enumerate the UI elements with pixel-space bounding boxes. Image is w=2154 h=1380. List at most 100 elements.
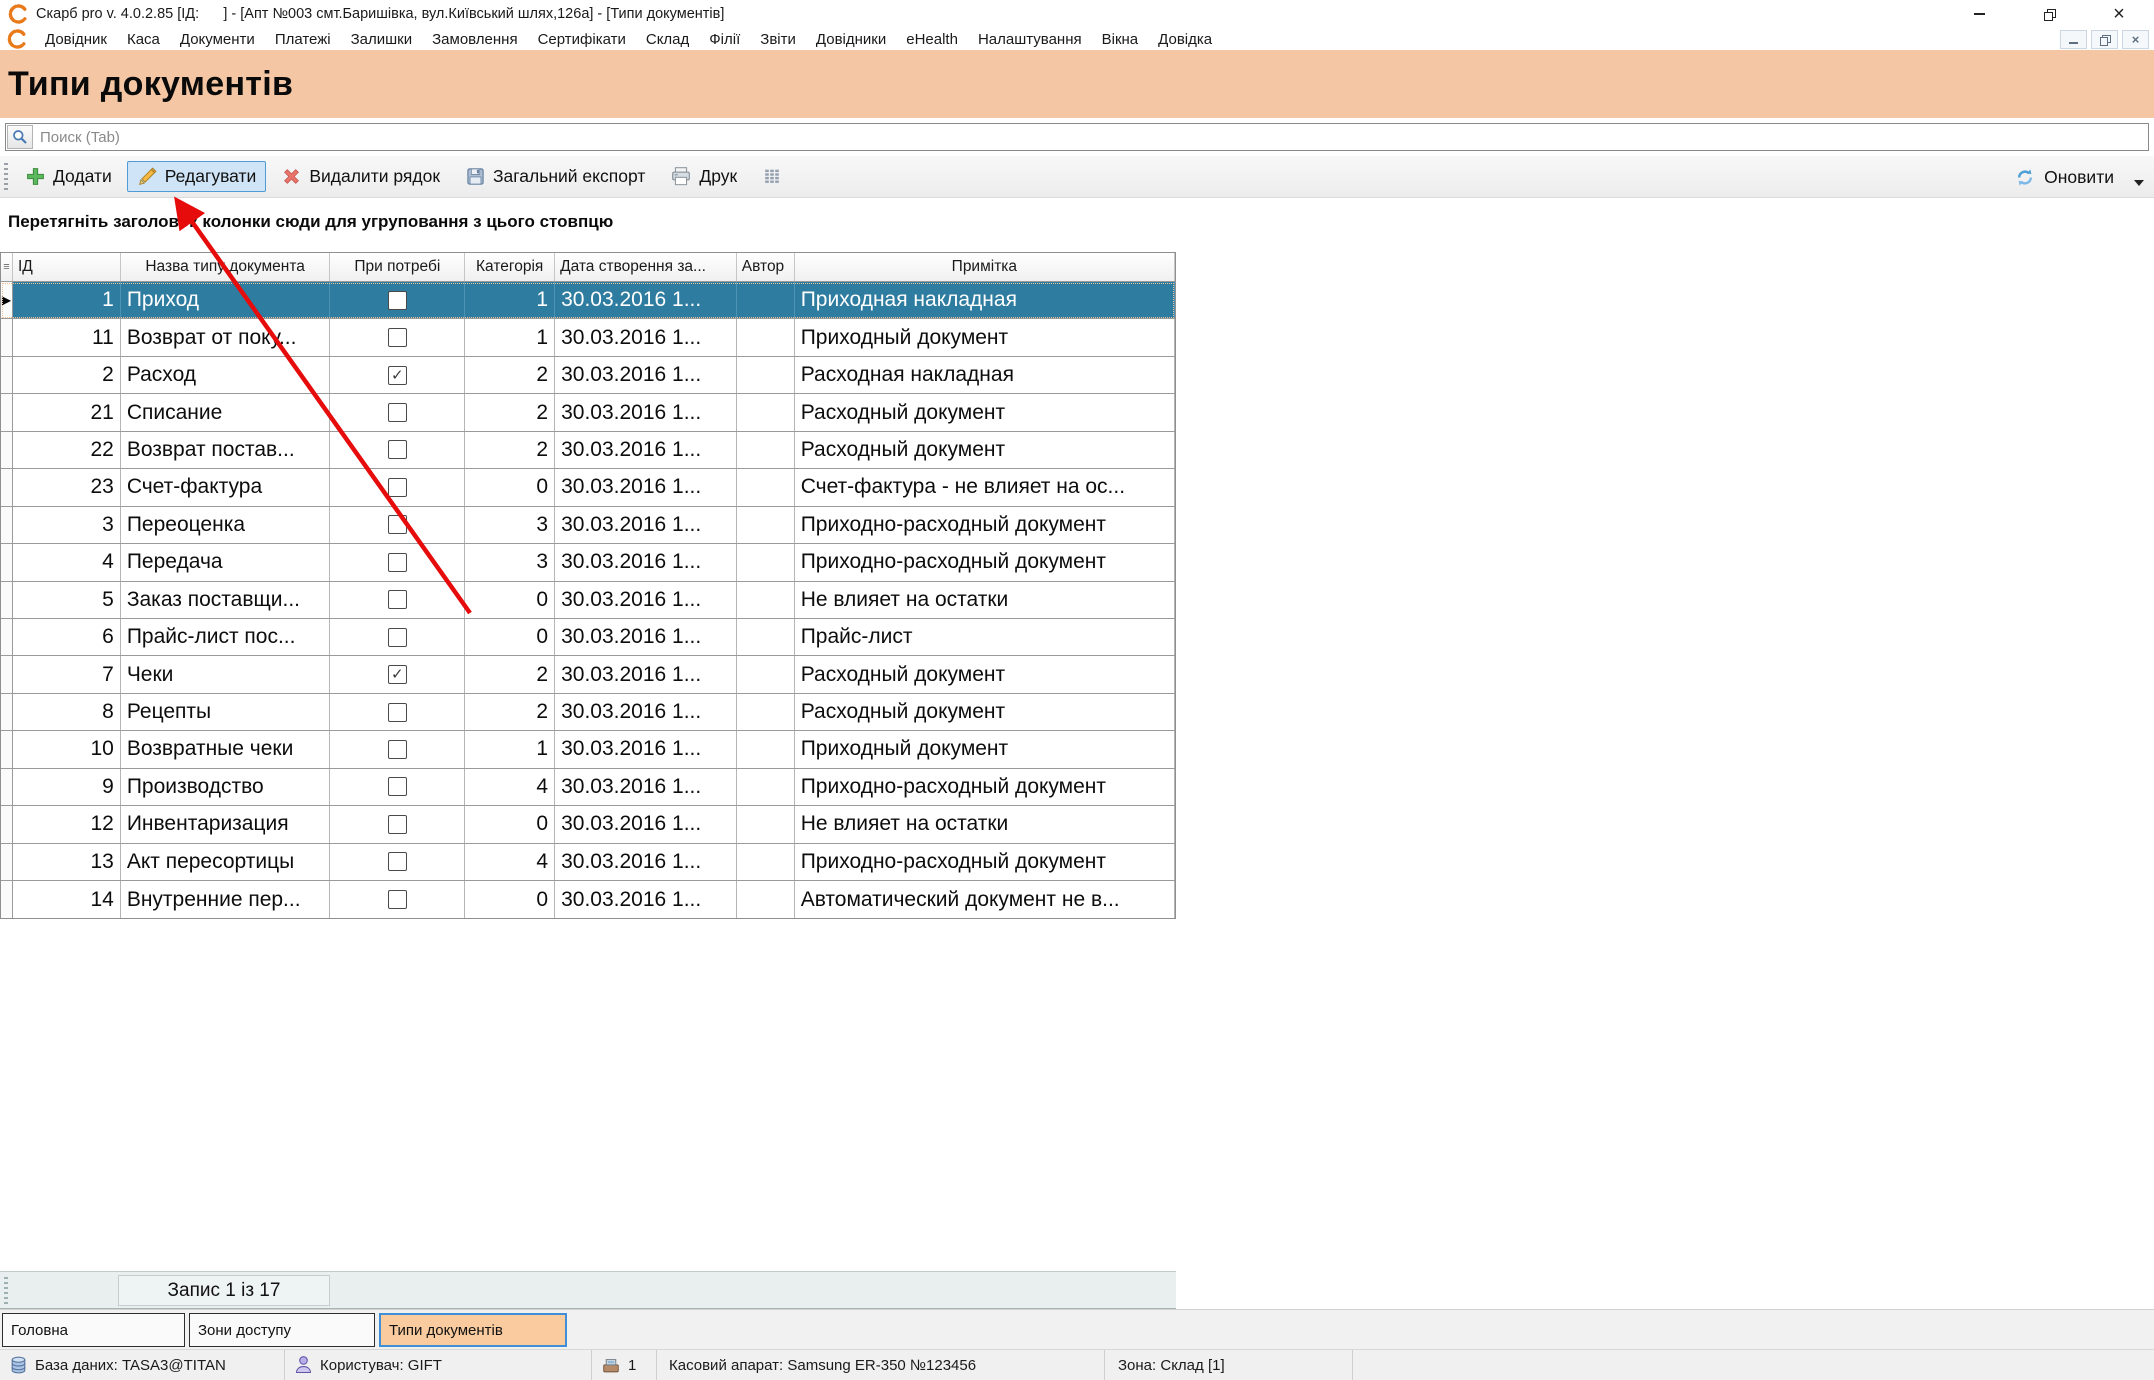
row-indicator: [1, 694, 13, 730]
column-header[interactable]: Категорія: [465, 253, 555, 281]
cell-id: 9: [13, 769, 121, 805]
menu-item[interactable]: eHealth: [896, 28, 968, 50]
refresh-dropdown-caret-icon[interactable]: [2134, 180, 2144, 186]
search-input[interactable]: [33, 128, 2148, 147]
cell-created: 30.03.2016 1...: [555, 806, 737, 842]
table-row[interactable]: 12Инвентаризация030.03.2016 1...Не влияе…: [1, 806, 1175, 843]
row-indicator: [1, 394, 13, 430]
close-button[interactable]: ×: [2084, 0, 2154, 28]
cell-on-demand: [330, 806, 465, 842]
table-row[interactable]: 5Заказ поставщи...030.03.2016 1...Не вли…: [1, 582, 1175, 619]
table-row[interactable]: ▶1Приход130.03.2016 1...Приходная наклад…: [1, 282, 1175, 319]
on-demand-checkbox[interactable]: [388, 890, 407, 909]
table-row[interactable]: 23Счет-фактура030.03.2016 1...Счет-факту…: [1, 469, 1175, 506]
toolbar-grip[interactable]: [4, 163, 8, 191]
menu-item[interactable]: Платежі: [265, 28, 341, 50]
add-button[interactable]: Додати: [15, 161, 122, 192]
column-header[interactable]: При потребі: [330, 253, 465, 281]
cell-note: Приходно-расходный документ: [795, 544, 1175, 580]
cell-note: Расходный документ: [795, 694, 1175, 730]
menu-bar: ДовідникКасаДокументиПлатежіЗалишкиЗамов…: [0, 28, 2154, 50]
delete-button[interactable]: Видалити рядок: [271, 161, 450, 192]
on-demand-checkbox[interactable]: [388, 515, 407, 534]
on-demand-checkbox[interactable]: [388, 777, 407, 796]
tab-2[interactable]: Типи документів: [379, 1313, 567, 1347]
table-row[interactable]: 6Прайс-лист пос...030.03.2016 1...Прайс-…: [1, 619, 1175, 656]
on-demand-checkbox[interactable]: [388, 403, 407, 422]
cell-note: Приходный документ: [795, 731, 1175, 767]
tab-1[interactable]: Зони доступу: [189, 1313, 375, 1347]
cell-created: 30.03.2016 1...: [555, 731, 737, 767]
menu-item[interactable]: Звіти: [750, 28, 806, 50]
table-row[interactable]: 3Переоценка330.03.2016 1...Приходно-расх…: [1, 507, 1175, 544]
column-header[interactable]: Автор: [737, 253, 795, 281]
columns-button[interactable]: [752, 161, 792, 192]
menu-item[interactable]: Залишки: [341, 28, 423, 50]
refresh-button[interactable]: Оновити: [2014, 160, 2144, 194]
export-button[interactable]: Загальний експорт: [455, 161, 655, 192]
menu-item[interactable]: Каса: [117, 28, 170, 50]
cell-on-demand: [330, 469, 465, 505]
menu-item[interactable]: Замовлення: [422, 28, 527, 50]
minimize-icon: [1974, 13, 1985, 15]
on-demand-checkbox[interactable]: [388, 703, 407, 722]
cell-author: [737, 469, 795, 505]
table-row[interactable]: 8Рецепты230.03.2016 1...Расходный докуме…: [1, 694, 1175, 731]
mdi-close-button[interactable]: ×: [2122, 30, 2149, 49]
tab-0[interactable]: Головна: [2, 1313, 185, 1347]
table-corner-menu-icon[interactable]: ≡: [1, 253, 13, 281]
cell-note: Расходный документ: [795, 656, 1175, 692]
column-header[interactable]: Назва типу документа: [121, 253, 331, 281]
row-indicator: [1, 507, 13, 543]
cell-id: 2: [13, 357, 121, 393]
cell-author: [737, 769, 795, 805]
mdi-minimize-button[interactable]: [2060, 30, 2087, 49]
menu-item[interactable]: Склад: [636, 28, 699, 50]
column-header[interactable]: Примітка: [795, 253, 1175, 281]
on-demand-checkbox[interactable]: [388, 815, 407, 834]
menu-item[interactable]: Довідники: [806, 28, 896, 50]
edit-button[interactable]: Редагувати: [127, 161, 267, 192]
on-demand-checkbox[interactable]: [388, 852, 407, 871]
menu-item[interactable]: Вікна: [1092, 28, 1149, 50]
cell-created: 30.03.2016 1...: [555, 319, 737, 355]
table-row[interactable]: 9Производство430.03.2016 1...Приходно-ра…: [1, 769, 1175, 806]
restore-button[interactable]: [2014, 0, 2084, 28]
on-demand-checkbox[interactable]: [388, 291, 407, 310]
table-row[interactable]: 10Возвратные чеки130.03.2016 1...Приходн…: [1, 731, 1175, 768]
on-demand-checkbox[interactable]: [388, 328, 407, 347]
on-demand-checkbox[interactable]: [388, 440, 407, 459]
cell-id: 7: [13, 656, 121, 692]
table-row[interactable]: 11Возврат от поку...130.03.2016 1...Прих…: [1, 319, 1175, 356]
table-row[interactable]: 7Чеки✓230.03.2016 1...Расходный документ: [1, 656, 1175, 693]
column-header[interactable]: Дата створення за...: [555, 253, 737, 281]
on-demand-checkbox[interactable]: [388, 740, 407, 759]
menu-item[interactable]: Довідка: [1148, 28, 1222, 50]
column-header[interactable]: ІД: [13, 253, 121, 281]
status-zone: Зона: Склад [1]: [1105, 1350, 1353, 1380]
menu-item[interactable]: Налаштування: [968, 28, 1092, 50]
on-demand-checkbox[interactable]: [388, 553, 407, 572]
table-row[interactable]: 13Акт пересортицы430.03.2016 1...Приходн…: [1, 844, 1175, 881]
cell-author: [737, 544, 795, 580]
table-row[interactable]: 4Передача330.03.2016 1...Приходно-расход…: [1, 544, 1175, 581]
mdi-restore-button[interactable]: [2091, 30, 2118, 49]
on-demand-checkbox[interactable]: [388, 590, 407, 609]
table-row[interactable]: 22Возврат постав...230.03.2016 1...Расхо…: [1, 432, 1175, 469]
search-icon-button[interactable]: [7, 125, 33, 149]
menu-item[interactable]: Довідник: [35, 28, 117, 50]
print-button[interactable]: Друк: [660, 161, 747, 192]
on-demand-checkbox[interactable]: ✓: [388, 366, 407, 385]
on-demand-checkbox[interactable]: [388, 478, 407, 497]
on-demand-checkbox[interactable]: ✓: [388, 665, 407, 684]
menu-item[interactable]: Документи: [170, 28, 265, 50]
minimize-button[interactable]: [1944, 0, 2014, 28]
on-demand-checkbox[interactable]: [388, 628, 407, 647]
table-row[interactable]: 2Расход✓230.03.2016 1...Расходная наклад…: [1, 357, 1175, 394]
row-indicator: [1, 544, 13, 580]
table-row[interactable]: 14Внутренние пер...030.03.2016 1...Автом…: [1, 881, 1175, 918]
menu-item[interactable]: Сертифікати: [528, 28, 636, 50]
menu-item[interactable]: Філії: [699, 28, 750, 50]
table-row[interactable]: 21Списание230.03.2016 1...Расходный доку…: [1, 394, 1175, 431]
status-zone-text: Зона: Склад [1]: [1118, 1357, 1225, 1374]
